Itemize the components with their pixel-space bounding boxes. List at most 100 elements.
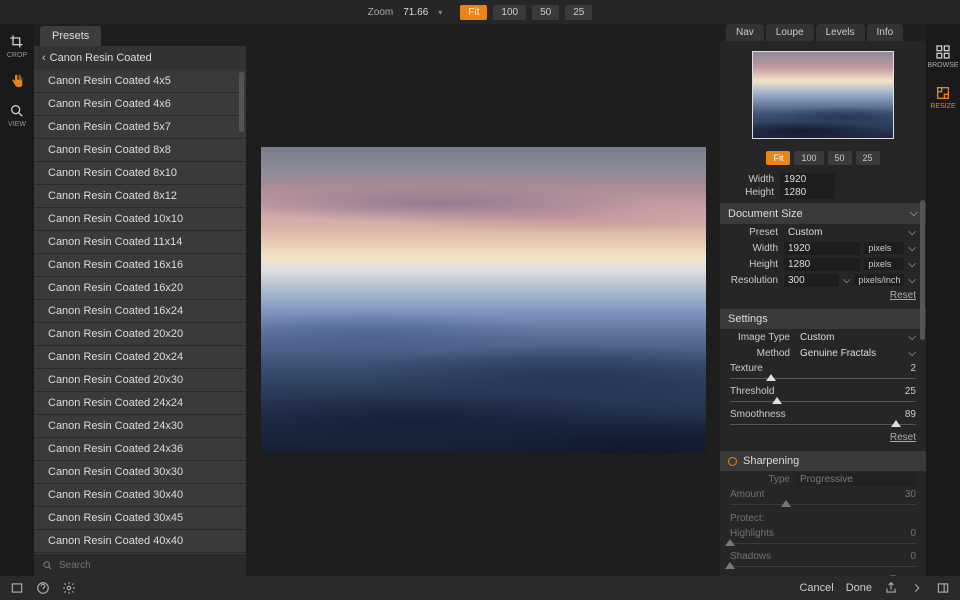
zoom-50-button[interactable]: 50: [532, 5, 559, 20]
chevron-down-icon[interactable]: ⌵: [908, 348, 916, 359]
preset-item[interactable]: Canon Resin Coated 16x24: [34, 300, 246, 323]
pixel-width-value[interactable]: 1920: [780, 173, 835, 186]
doc-res-value[interactable]: 300: [784, 274, 839, 287]
method-row: Method Genuine Fractals ⌵: [720, 345, 926, 361]
nav-zoom-50[interactable]: 50: [828, 151, 852, 165]
protect-label-row: Protect:: [720, 510, 926, 526]
settings-reset[interactable]: Reset: [720, 430, 926, 447]
preset-item[interactable]: Canon Resin Coated 8x10: [34, 162, 246, 185]
chevron-down-icon[interactable]: ⌵: [908, 332, 916, 343]
doc-width-row: Width 1920 pixels ⌵: [720, 240, 926, 256]
image-type-value[interactable]: Custom: [796, 331, 904, 344]
cancel-button[interactable]: Cancel: [799, 582, 833, 594]
preset-item[interactable]: Canon Resin Coated 20x30: [34, 369, 246, 392]
method-value[interactable]: Genuine Fractals: [796, 347, 904, 360]
crop-tool[interactable]: CROP: [7, 34, 27, 59]
presets-tab[interactable]: Presets: [40, 26, 101, 46]
chevron-down-icon[interactable]: ⌵: [843, 275, 851, 286]
preset-item[interactable]: Canon Resin Coated 11x14: [34, 231, 246, 254]
preset-item[interactable]: Canon Resin Coated 20x24: [34, 346, 246, 369]
preset-item[interactable]: Canon Resin Coated 24x24: [34, 392, 246, 415]
doc-res-unit[interactable]: pixels/inch: [854, 274, 904, 286]
preset-item[interactable]: Canon Resin Coated 30x30: [34, 461, 246, 484]
preset-item[interactable]: Canon Resin Coated 8x12: [34, 185, 246, 208]
window-icon[interactable]: [10, 581, 24, 595]
doc-reset[interactable]: Reset: [720, 288, 926, 305]
shadows-slider[interactable]: Shadows0: [720, 549, 926, 572]
preset-item[interactable]: Canon Resin Coated 16x20: [34, 277, 246, 300]
preset-item[interactable]: Canon Resin Coated 5x7: [34, 116, 246, 139]
preset-item[interactable]: Canon Resin Coated 30x40: [34, 484, 246, 507]
chevron-down-icon[interactable]: ⌵: [908, 227, 916, 238]
zoom-25-button[interactable]: 25: [565, 5, 592, 20]
texture-slider[interactable]: Texture2: [720, 361, 926, 384]
doc-preset-value[interactable]: Custom: [784, 226, 904, 239]
preset-item[interactable]: Canon Resin Coated 30x45: [34, 507, 246, 530]
nav-zoom-25[interactable]: 25: [856, 151, 880, 165]
preset-item[interactable]: Canon Resin Coated 8x8: [34, 139, 246, 162]
left-tool-rail: CROP VIEW: [0, 24, 34, 576]
doc-height-unit[interactable]: pixels: [864, 258, 904, 270]
nav-preview-image[interactable]: [752, 51, 894, 139]
zoom-value[interactable]: 71.66: [399, 5, 432, 20]
canvas-area[interactable]: [246, 24, 720, 576]
preset-item[interactable]: Canon Resin Coated 16x16: [34, 254, 246, 277]
preset-item[interactable]: Canon Resin Coated 20x20: [34, 323, 246, 346]
highlights-slider[interactable]: Highlights0: [720, 526, 926, 549]
tab-levels[interactable]: Levels: [816, 24, 865, 41]
preset-item[interactable]: Canon Resin Coated 24x36: [34, 438, 246, 461]
preset-scrollbar[interactable]: [239, 72, 244, 132]
browse-tool[interactable]: BROWSE: [927, 44, 958, 69]
preset-item[interactable]: Canon Resin Coated 24x30: [34, 415, 246, 438]
chevron-down-icon[interactable]: ⌵: [908, 275, 916, 286]
panel-icon[interactable]: [936, 581, 950, 595]
next-icon[interactable]: [910, 581, 924, 595]
smoothness-slider[interactable]: Smoothness89: [720, 407, 926, 430]
sharp-amount-slider[interactable]: Amount30: [720, 487, 926, 510]
tab-info[interactable]: Info: [867, 24, 904, 41]
resize-tool[interactable]: RESIZE: [930, 85, 955, 110]
sharp-type-row: Type Progressive: [720, 471, 926, 487]
doc-height-value[interactable]: 1280: [784, 258, 860, 271]
preset-group-header[interactable]: ‹ Canon Resin Coated: [34, 46, 246, 70]
doc-width-unit[interactable]: pixels: [864, 242, 904, 254]
done-button[interactable]: Done: [846, 582, 872, 594]
hand-tool[interactable]: [9, 73, 25, 89]
section-sharpening[interactable]: Sharpening: [720, 451, 926, 471]
pixel-height-value[interactable]: 1280: [780, 186, 835, 199]
inspector-scrollbar[interactable]: [920, 200, 925, 340]
view-tool[interactable]: VIEW: [8, 103, 26, 128]
hand-icon: [9, 73, 25, 89]
right-tool-rail: BROWSE RESIZE: [926, 24, 960, 576]
preset-search-row: [34, 554, 246, 576]
share-icon[interactable]: [884, 581, 898, 595]
threshold-slider[interactable]: Threshold25: [720, 384, 926, 407]
preset-item[interactable]: Canon Resin Coated 40x40: [34, 530, 246, 553]
nav-zoom-fit[interactable]: Fit: [766, 151, 790, 165]
toggle-ring-icon[interactable]: [728, 457, 737, 466]
section-document-size[interactable]: Document Size ⌵: [720, 203, 926, 224]
inspector-tabs: Nav Loupe Levels Info: [720, 24, 926, 41]
preset-list[interactable]: Canon Resin Coated 4x5Canon Resin Coated…: [34, 70, 246, 554]
preset-item[interactable]: Canon Resin Coated 4x6: [34, 93, 246, 116]
zoom-fit-button[interactable]: Fit: [460, 5, 487, 20]
chevron-down-icon[interactable]: ⌵: [908, 243, 916, 254]
crop-icon: [9, 34, 25, 50]
chevron-down-icon[interactable]: ▾: [438, 8, 442, 17]
preset-item[interactable]: Canon Resin Coated 4x5: [34, 70, 246, 93]
tab-loupe[interactable]: Loupe: [766, 24, 814, 41]
section-settings[interactable]: Settings: [720, 309, 926, 329]
sharp-type-value[interactable]: Progressive: [796, 473, 916, 486]
help-icon[interactable]: [36, 581, 50, 595]
magnifier-icon: [9, 103, 25, 119]
sharp-amount-value: 30: [905, 489, 916, 500]
doc-width-value[interactable]: 1920: [784, 242, 860, 255]
preview-image: [261, 147, 706, 454]
gear-icon[interactable]: [62, 581, 76, 595]
preset-search-input[interactable]: [59, 560, 238, 571]
tab-nav[interactable]: Nav: [726, 24, 764, 41]
chevron-down-icon[interactable]: ⌵: [908, 259, 916, 270]
zoom-100-button[interactable]: 100: [493, 5, 526, 20]
nav-zoom-100[interactable]: 100: [794, 151, 823, 165]
preset-item[interactable]: Canon Resin Coated 10x10: [34, 208, 246, 231]
